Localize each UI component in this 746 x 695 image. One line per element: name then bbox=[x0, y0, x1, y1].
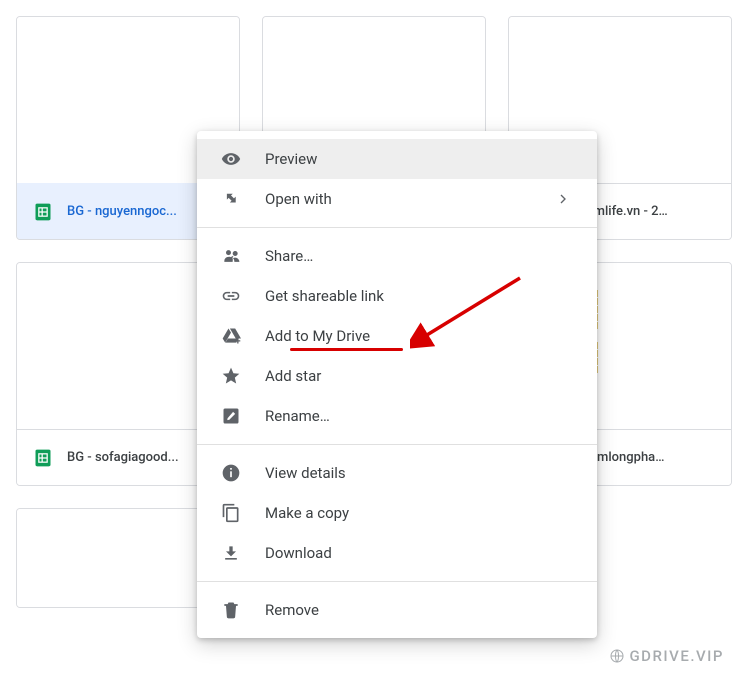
menu-label: Remove bbox=[265, 601, 573, 619]
rename-icon bbox=[221, 406, 241, 426]
sheets-icon bbox=[33, 448, 53, 468]
menu-label: Preview bbox=[265, 150, 573, 168]
info-icon bbox=[221, 463, 241, 483]
menu-label: Open with bbox=[265, 190, 529, 208]
trash-icon bbox=[221, 600, 241, 620]
menu-separator bbox=[197, 227, 597, 228]
menu-label: Share… bbox=[265, 247, 573, 265]
share-icon bbox=[221, 246, 241, 266]
globe-icon bbox=[609, 648, 625, 664]
menu-label: Add star bbox=[265, 367, 573, 385]
watermark: GDRIVE.VIP bbox=[609, 647, 724, 665]
chevron-right-icon bbox=[553, 191, 573, 207]
menu-label: Rename… bbox=[265, 407, 573, 425]
menu-get-link[interactable]: Get shareable link bbox=[197, 276, 597, 316]
menu-label: Download bbox=[265, 544, 573, 562]
menu-preview[interactable]: Preview bbox=[197, 139, 597, 179]
menu-label: Add to My Drive bbox=[265, 327, 573, 345]
menu-download[interactable]: Download bbox=[197, 533, 597, 573]
star-icon bbox=[221, 366, 241, 386]
menu-rename[interactable]: Rename… bbox=[197, 396, 597, 436]
menu-open-with[interactable]: Open with bbox=[197, 179, 597, 219]
sheets-icon bbox=[33, 202, 53, 222]
watermark-text: GDRIVE.VIP bbox=[629, 647, 724, 665]
menu-add-star[interactable]: Add star bbox=[197, 356, 597, 396]
menu-share[interactable]: Share… bbox=[197, 236, 597, 276]
menu-remove[interactable]: Remove bbox=[197, 590, 597, 630]
file-name: BG - nguyenngoc... bbox=[67, 204, 177, 219]
menu-separator bbox=[197, 444, 597, 445]
menu-make-copy[interactable]: Make a copy bbox=[197, 493, 597, 533]
preview-icon bbox=[221, 149, 241, 169]
menu-separator bbox=[197, 581, 597, 582]
drive-add-icon bbox=[221, 326, 241, 346]
context-menu: Preview Open with Share… Get shareable l… bbox=[197, 131, 597, 638]
file-name: BG - sofagiagood... bbox=[67, 450, 179, 465]
annotation-underline bbox=[290, 348, 403, 351]
menu-label: Get shareable link bbox=[265, 287, 573, 305]
link-icon bbox=[221, 286, 241, 306]
download-icon bbox=[221, 543, 241, 563]
open-with-icon bbox=[221, 189, 241, 209]
menu-label: View details bbox=[265, 464, 573, 482]
copy-icon bbox=[221, 503, 241, 523]
menu-view-details[interactable]: View details bbox=[197, 453, 597, 493]
menu-label: Make a copy bbox=[265, 504, 573, 522]
